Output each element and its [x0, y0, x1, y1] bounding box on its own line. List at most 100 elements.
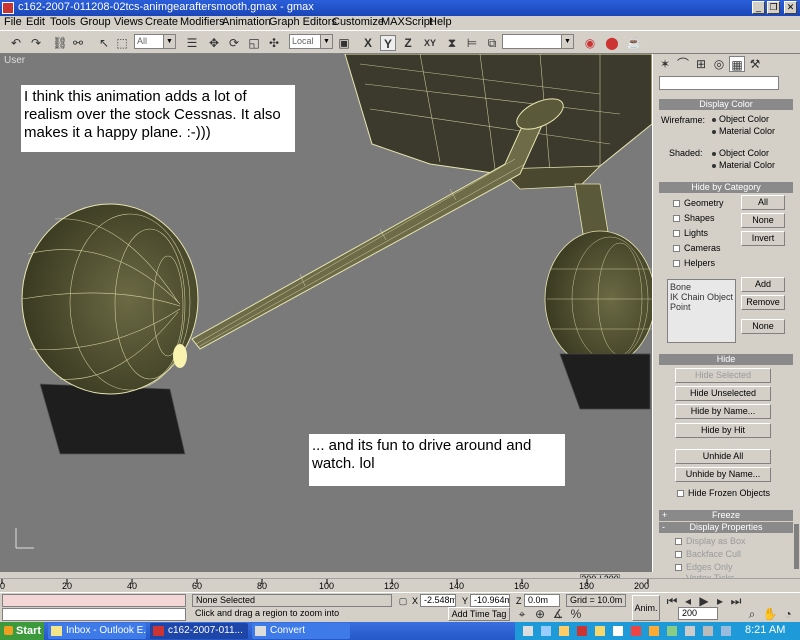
display-tab-icon[interactable]: ▦	[729, 56, 745, 72]
tray-icon[interactable]	[523, 626, 533, 636]
menu-file[interactable]: File	[4, 16, 22, 29]
lights-checkbox[interactable]	[673, 230, 680, 237]
undo-icon[interactable]: ↶	[8, 35, 24, 51]
maximize-button[interactable]: ❐	[767, 1, 780, 14]
arc-rotate-icon[interactable]: ◔	[780, 606, 796, 622]
backface-cull-checkbox[interactable]	[675, 551, 682, 558]
mirror-icon[interactable]: ⧗	[444, 35, 460, 51]
maxscript-listener-mini[interactable]	[2, 594, 186, 607]
menu-group[interactable]: Group	[80, 16, 111, 29]
category-list[interactable]: Bone IK Chain Object Point	[667, 279, 736, 343]
tray-icon[interactable]	[577, 626, 587, 636]
current-frame-field[interactable]: 200	[678, 607, 718, 620]
menu-help[interactable]: Help	[429, 16, 452, 29]
hide-rollout[interactable]: Hide	[659, 354, 793, 365]
create-tab-icon[interactable]: ✶	[657, 56, 673, 72]
menu-views[interactable]: Views	[114, 16, 143, 29]
pivot-icon[interactable]: ✣	[266, 35, 282, 51]
hide-unselected-button[interactable]: Hide Unselected	[675, 386, 771, 401]
start-button[interactable]: Start	[0, 622, 44, 640]
shaded-object-color-radio[interactable]	[712, 152, 716, 156]
goto-end-icon[interactable]: ⏭	[728, 593, 744, 609]
invert-button[interactable]: Invert	[741, 231, 785, 246]
region-select-icon[interactable]: ⬚	[114, 35, 130, 51]
menu-tools[interactable]: Tools	[50, 16, 76, 29]
freeze-rollout[interactable]: + Freeze	[659, 510, 793, 521]
menu-create[interactable]: Create	[145, 16, 178, 29]
hide-by-name-button[interactable]: Hide by Name...	[675, 404, 771, 419]
tray-icon[interactable]	[649, 626, 659, 636]
geometry-checkbox[interactable]	[673, 200, 680, 207]
add-time-tag-button[interactable]: Add Time Tag	[448, 607, 510, 621]
menu-modifiers[interactable]: Modifiers	[180, 16, 225, 29]
named-selection-dropdown[interactable]: ▼	[502, 34, 574, 49]
key-mode-icon[interactable]: ⌖	[514, 606, 530, 622]
axis-z-button[interactable]: Z	[400, 35, 416, 51]
named-selection-icon[interactable]: ⧉	[484, 35, 500, 51]
rotate-icon[interactable]: ⟳	[226, 35, 242, 51]
panel-scrollbar[interactable]	[794, 524, 799, 569]
task-gmax[interactable]: c162-2007-011...	[150, 623, 248, 639]
tray-icon[interactable]	[595, 626, 605, 636]
menu-edit[interactable]: Edit	[26, 16, 45, 29]
y-coord-field[interactable]: -10.964m	[470, 594, 510, 607]
modify-tab-icon[interactable]: ⌒	[675, 56, 691, 72]
cameras-checkbox[interactable]	[673, 245, 680, 252]
axis-x-button[interactable]: X	[360, 35, 376, 51]
tray-icon[interactable]	[613, 626, 623, 636]
menu-customize[interactable]: Customize	[332, 16, 384, 29]
axis-y-button[interactable]: Y	[380, 35, 396, 51]
render-icon[interactable]: ⬤	[604, 35, 620, 51]
snap-icon[interactable]: ⊕	[532, 606, 548, 622]
tray-icon[interactable]	[667, 626, 677, 636]
list-item[interactable]: Point	[670, 302, 691, 312]
unhide-by-name-button[interactable]: Unhide by Name...	[675, 467, 771, 482]
quick-render-icon[interactable]: ☕	[626, 35, 642, 51]
hide-by-hit-button[interactable]: Hide by Hit	[675, 423, 771, 438]
edges-only-checkbox[interactable]	[675, 564, 682, 571]
hide-frozen-checkbox[interactable]	[677, 490, 684, 497]
anim-button[interactable]: Anim.	[632, 595, 660, 621]
axis-xy-button[interactable]: XY	[420, 35, 440, 51]
hide-selected-button[interactable]: Hide Selected	[675, 368, 771, 383]
lock-selection-icon[interactable]: ▢	[397, 593, 409, 606]
hierarchy-tab-icon[interactable]: ⊞	[693, 56, 709, 72]
pan-icon[interactable]: ✋	[762, 606, 778, 622]
redo-icon[interactable]: ↷	[28, 35, 44, 51]
menu-animation[interactable]: Animation	[222, 16, 271, 29]
display-properties-rollout[interactable]: - Display Properties	[659, 522, 793, 533]
tray-icon[interactable]	[703, 626, 713, 636]
select-link-icon[interactable]: ⛓	[52, 35, 68, 51]
none-button[interactable]: None	[741, 213, 785, 228]
material-editor-icon[interactable]: ◉	[582, 35, 598, 51]
display-as-box-checkbox[interactable]	[675, 538, 682, 545]
select-object-icon[interactable]: ↖	[96, 35, 112, 51]
selection-filter-dropdown[interactable]: All ▼	[134, 34, 176, 49]
tray-icon[interactable]	[685, 626, 695, 636]
align-icon[interactable]: ⊨	[464, 35, 480, 51]
list-item[interactable]: Bone	[670, 282, 691, 292]
close-button[interactable]: ✕	[784, 1, 797, 14]
tray-icon[interactable]	[559, 626, 569, 636]
zoom-icon[interactable]: ⌕	[744, 606, 760, 622]
all-button[interactable]: All	[741, 195, 785, 210]
track-bar[interactable]: 0 20 40 60 80 100 120 140 160 180 200	[0, 578, 800, 592]
helpers-checkbox[interactable]	[673, 260, 680, 267]
task-outlook[interactable]: Inbox - Outlook E...	[48, 623, 146, 639]
utilities-tab-icon[interactable]: ⚒	[747, 56, 763, 72]
shapes-checkbox[interactable]	[673, 215, 680, 222]
object-name-field[interactable]	[659, 76, 779, 90]
select-by-name-icon[interactable]: ☰	[184, 35, 200, 51]
hide-by-category-rollout[interactable]: Hide by Category	[659, 182, 793, 193]
transform-center-icon[interactable]: ▣	[336, 35, 352, 51]
none-list-button[interactable]: None	[741, 319, 785, 334]
add-button[interactable]: Add	[741, 277, 785, 292]
move-icon[interactable]: ✥	[206, 35, 222, 51]
menu-graph-editors[interactable]: Graph Editors	[269, 16, 337, 29]
wireframe-material-color-radio[interactable]	[712, 130, 716, 134]
unhide-all-button[interactable]: Unhide All	[675, 449, 771, 464]
minimize-button[interactable]: _	[752, 1, 765, 14]
angle-snap-icon[interactable]: ∡	[550, 606, 566, 622]
menu-maxscript[interactable]: MAXScript	[381, 16, 433, 29]
unlink-icon[interactable]: ⚯	[70, 35, 86, 51]
